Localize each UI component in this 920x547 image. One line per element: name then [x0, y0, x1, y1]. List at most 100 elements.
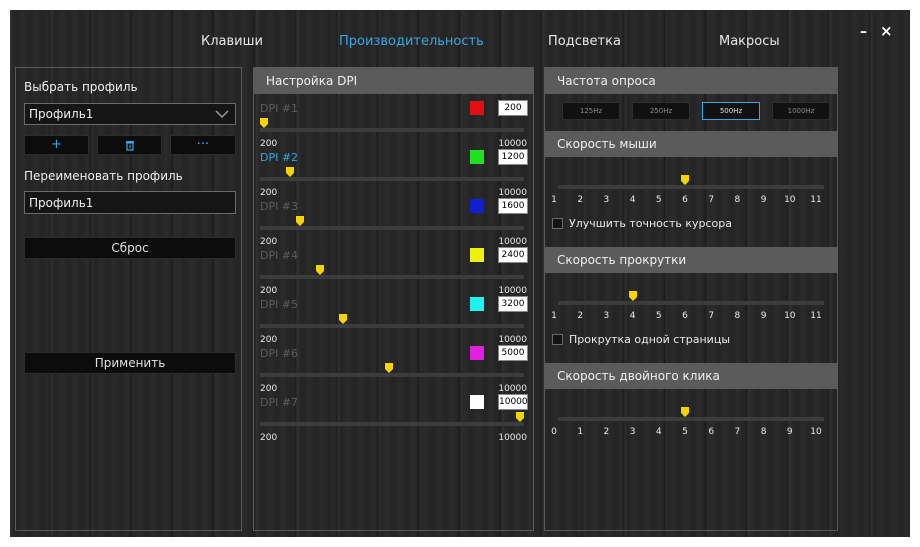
dpi-level-label[interactable]: DPI #3	[260, 200, 298, 213]
double-click-title: Скорость двойного клика	[545, 363, 837, 389]
dpi-value-box[interactable]: 10000	[498, 394, 528, 410]
dpi-panel: Настройка DPI DPI #1 200 200 10000 DPI #2 120…	[253, 67, 534, 531]
slider-tick-label: 7	[734, 427, 741, 437]
dpi-value-box[interactable]: 3200	[498, 296, 528, 312]
slider-tick-label: 4	[629, 311, 636, 321]
scroll-speed-title: Скорость прокрутки	[545, 247, 837, 273]
dpi-max-label: 10000	[498, 139, 527, 149]
page-scroll-label: Прокрутка одной страницы	[569, 333, 731, 346]
profile-dropdown[interactable]: Профиль1	[24, 103, 236, 125]
polling-1000hz-button[interactable]: 1000Hz	[772, 102, 830, 120]
page-scroll-checkbox[interactable]	[552, 334, 563, 345]
more-icon: ···	[196, 137, 210, 152]
slider-tick-label: 8	[734, 195, 741, 205]
dpi-level-label[interactable]: DPI #7	[260, 396, 298, 409]
dpi-panel-title: Настройка DPI	[254, 68, 533, 94]
slider-tick-label: 9	[786, 427, 793, 437]
profile-panel: Выбрать профиль Профиль1 + ··· Переимено…	[15, 67, 242, 531]
slider-tick-label: 1	[551, 311, 557, 321]
slider-tick-label: 9	[760, 311, 767, 321]
dpi-slider-track[interactable]	[260, 422, 524, 426]
tab-lighting[interactable]: Подсветка	[548, 34, 621, 49]
dpi-color-swatch[interactable]	[470, 150, 484, 164]
dpi-slider-track[interactable]	[260, 226, 524, 230]
dpi-color-swatch[interactable]	[470, 346, 484, 360]
add-profile-button[interactable]: +	[24, 135, 89, 155]
slider-tick-label: 6	[708, 427, 715, 437]
tab-keys[interactable]: Клавиши	[201, 34, 263, 49]
dpi-slider-track[interactable]	[260, 275, 524, 279]
dpi-level-label[interactable]: DPI #5	[260, 298, 298, 311]
slider-tick-label: 11	[810, 195, 822, 205]
select-profile-label: Выбрать профиль	[24, 80, 138, 94]
dpi-slider-track[interactable]	[260, 177, 524, 181]
dpi-level-label[interactable]: DPI #2	[260, 151, 298, 164]
slider-tick-label: 2	[577, 195, 584, 205]
settings-panel: Частота опроса 125Hz 250Hz 500Hz 1000Hz …	[544, 67, 838, 531]
dpi-slider-track[interactable]	[260, 324, 524, 328]
dpi-max-label: 10000	[498, 335, 527, 345]
slider-tick-label: 7	[708, 195, 715, 205]
dpi-value-box[interactable]: 1200	[498, 149, 528, 165]
tab-macros[interactable]: Макросы	[719, 34, 780, 49]
slider-tick-label: 6	[682, 195, 688, 205]
minimize-button[interactable]: –	[860, 24, 867, 40]
dpi-min-label: 200	[260, 384, 278, 394]
rename-profile-input[interactable]	[24, 191, 236, 214]
dpi-value-box[interactable]: 2400	[498, 247, 528, 263]
plus-icon: +	[51, 137, 62, 152]
chevron-down-icon	[215, 110, 229, 119]
dpi-max-label: 10000	[498, 188, 527, 198]
dpi-value-box[interactable]: 5000	[498, 345, 528, 361]
slider-tick-label: 5	[655, 195, 662, 205]
slider-tick-label: 3	[603, 311, 610, 321]
slider-tick-label: 2	[603, 427, 610, 437]
slider-tick-label: 5	[655, 311, 662, 321]
slider-track[interactable]	[558, 301, 824, 305]
dpi-level-label[interactable]: DPI #1	[260, 102, 298, 115]
reset-button[interactable]: Сброс	[24, 237, 236, 259]
dpi-level-label[interactable]: DPI #4	[260, 249, 298, 262]
tab-performance[interactable]: Производительность	[339, 34, 484, 49]
dpi-value-box[interactable]: 1600	[498, 198, 528, 214]
dpi-color-swatch[interactable]	[470, 248, 484, 262]
dpi-color-swatch[interactable]	[470, 395, 484, 409]
slider-tick-label: 2	[577, 311, 584, 321]
dpi-slider-track[interactable]	[260, 128, 524, 132]
polling-500hz-button[interactable]: 500Hz	[702, 102, 760, 120]
dpi-min-label: 200	[260, 335, 278, 345]
slider-tick-label: 10	[784, 311, 796, 321]
close-button[interactable]: ×	[880, 22, 893, 40]
dpi-value-box[interactable]: 200	[498, 100, 528, 116]
dpi-slider-track[interactable]	[260, 373, 524, 377]
apply-button[interactable]: Применить	[24, 352, 236, 374]
slider-tick-label: 9	[760, 195, 767, 205]
app-window: – × Клавиши Производительность Подсветка…	[10, 10, 910, 537]
dpi-max-label: 10000	[498, 433, 527, 443]
rename-profile-label: Переименовать профиль	[24, 169, 183, 183]
more-options-button[interactable]: ···	[170, 135, 236, 155]
dpi-color-swatch[interactable]	[470, 297, 484, 311]
dpi-color-swatch[interactable]	[470, 101, 484, 115]
profile-dropdown-value: Профиль1	[29, 107, 94, 121]
enhance-precision-checkbox[interactable]	[552, 218, 563, 229]
slider-tick-label: 6	[682, 311, 688, 321]
slider-tick-label: 3	[603, 195, 610, 205]
polling-125hz-button[interactable]: 125Hz	[562, 102, 620, 120]
dpi-min-label: 200	[260, 188, 278, 198]
slider-track[interactable]	[558, 185, 824, 189]
slider-tick-label: 8	[760, 427, 767, 437]
slider-tick-label: 8	[734, 311, 741, 321]
dpi-level-label[interactable]: DPI #6	[260, 347, 298, 360]
mouse-speed-title: Скорость мыши	[545, 131, 837, 157]
slider-tick-label: 3	[629, 427, 636, 437]
enhance-precision-label: Улучшить точность курсора	[569, 217, 732, 230]
slider-tick-label: 0	[551, 427, 557, 437]
dpi-min-label: 200	[260, 433, 278, 443]
dpi-min-label: 200	[260, 139, 278, 149]
delete-profile-button[interactable]	[97, 135, 162, 155]
slider-tick-label: 10	[810, 427, 822, 437]
dpi-color-swatch[interactable]	[470, 199, 484, 213]
slider-track[interactable]	[558, 417, 824, 421]
polling-250hz-button[interactable]: 250Hz	[632, 102, 690, 120]
